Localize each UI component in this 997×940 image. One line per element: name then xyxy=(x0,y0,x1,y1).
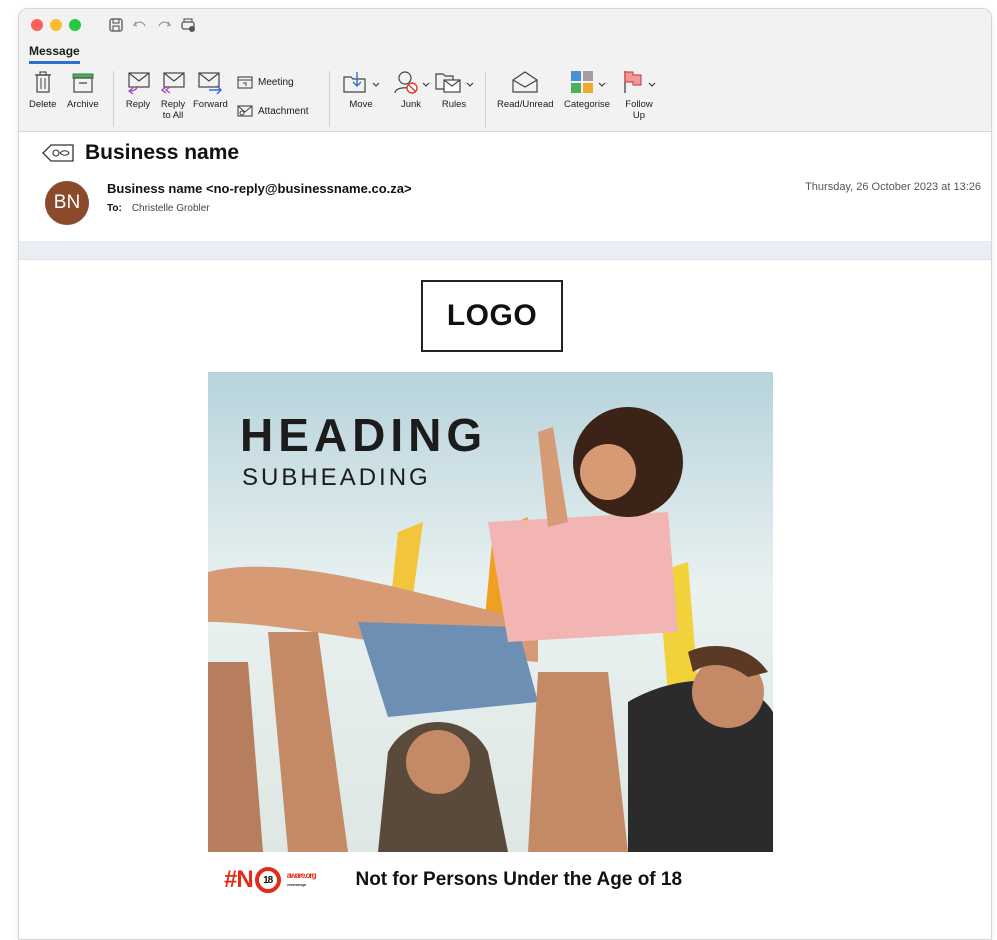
categorise-button[interactable]: Categorise xyxy=(563,69,611,110)
message-header: Business name BN Business name <no-reply… xyxy=(19,133,991,241)
hero-subheading: SUBHEADING xyxy=(242,464,431,491)
tab-message[interactable]: Message xyxy=(29,44,80,64)
attachment-icon xyxy=(237,105,253,117)
meeting-button[interactable]: Meeting xyxy=(237,75,294,89)
no-under-18-logo: #N 18 aware.org www.aware.org.za xyxy=(224,866,317,894)
ribbon-separator xyxy=(329,71,330,127)
logo-placeholder: LOGO xyxy=(421,280,563,352)
age-restriction-footer: #N 18 aware.org www.aware.org.za Not for… xyxy=(224,866,682,894)
rules-icon xyxy=(435,73,474,93)
trash-icon xyxy=(34,71,51,93)
reply-all-button[interactable]: Reply to All xyxy=(158,69,188,121)
junk-icon xyxy=(394,71,430,94)
junk-button[interactable]: Junk xyxy=(391,69,431,110)
read-unread-button[interactable]: Read/Unread xyxy=(497,69,554,110)
category-grid-icon xyxy=(571,71,606,93)
ribbon-separator xyxy=(485,71,486,127)
calendar-icon xyxy=(237,76,253,89)
ribbon-tabs: Message xyxy=(19,41,991,65)
email-body: LOGO HEADING SUBHEADING #N 18 aware.org … xyxy=(19,260,991,939)
rules-button[interactable]: Rules xyxy=(433,69,475,110)
mail-window: Message Delete Archive Reply Reply to Al… xyxy=(18,8,992,940)
age-notice: Not for Persons Under the Age of 18 xyxy=(355,869,683,890)
delete-button[interactable]: Delete xyxy=(29,69,56,110)
subject-row: Business name xyxy=(41,141,239,165)
zoom-window-button[interactable] xyxy=(69,19,81,31)
minimize-window-button[interactable] xyxy=(50,19,62,31)
follow-up-button[interactable]: Follow Up xyxy=(619,69,659,121)
ribbon-toolbar: Delete Archive Reply Reply to All Forwar… xyxy=(19,65,991,132)
sender-address[interactable]: Business name <no-reply@businessname.co.… xyxy=(107,181,412,196)
move-button[interactable]: Move xyxy=(341,69,381,110)
archive-button[interactable]: Archive xyxy=(67,69,99,110)
no-hashtag: #N xyxy=(224,866,254,893)
sender-avatar[interactable]: BN xyxy=(45,181,89,225)
forward-button[interactable]: Forward xyxy=(193,69,228,110)
to-label: To: xyxy=(107,203,122,214)
recipient-row: To: Christelle Grobler xyxy=(107,203,210,214)
info-banner xyxy=(19,241,991,260)
print-icon[interactable] xyxy=(179,16,197,34)
open-envelope-icon xyxy=(512,71,538,93)
title-bar xyxy=(19,9,991,41)
move-folder-icon xyxy=(343,72,380,93)
forward-icon xyxy=(198,72,223,95)
ribbon-separator xyxy=(113,71,114,127)
received-date: Thursday, 26 October 2023 at 13:26 xyxy=(805,181,981,193)
recipient-name[interactable]: Christelle Grobler xyxy=(132,203,210,214)
hero-image: HEADING SUBHEADING xyxy=(208,372,773,852)
save-icon[interactable] xyxy=(107,16,125,34)
reply-icon xyxy=(127,72,150,95)
redo-icon[interactable] xyxy=(155,16,173,34)
close-window-button[interactable] xyxy=(31,19,43,31)
archive-icon xyxy=(72,73,94,93)
aware-org-logo: aware.org www.aware.org.za xyxy=(286,871,317,887)
attachment-button[interactable]: Attachment xyxy=(237,104,309,118)
undo-icon[interactable] xyxy=(131,16,149,34)
reply-button[interactable]: Reply xyxy=(123,69,153,110)
hero-heading: HEADING xyxy=(240,409,488,461)
flag-icon xyxy=(624,71,656,93)
age-18-icon: 18 xyxy=(254,867,281,893)
email-subject: Business name xyxy=(85,141,240,164)
message-tag-icon xyxy=(42,144,74,162)
reply-all-icon xyxy=(160,72,185,94)
